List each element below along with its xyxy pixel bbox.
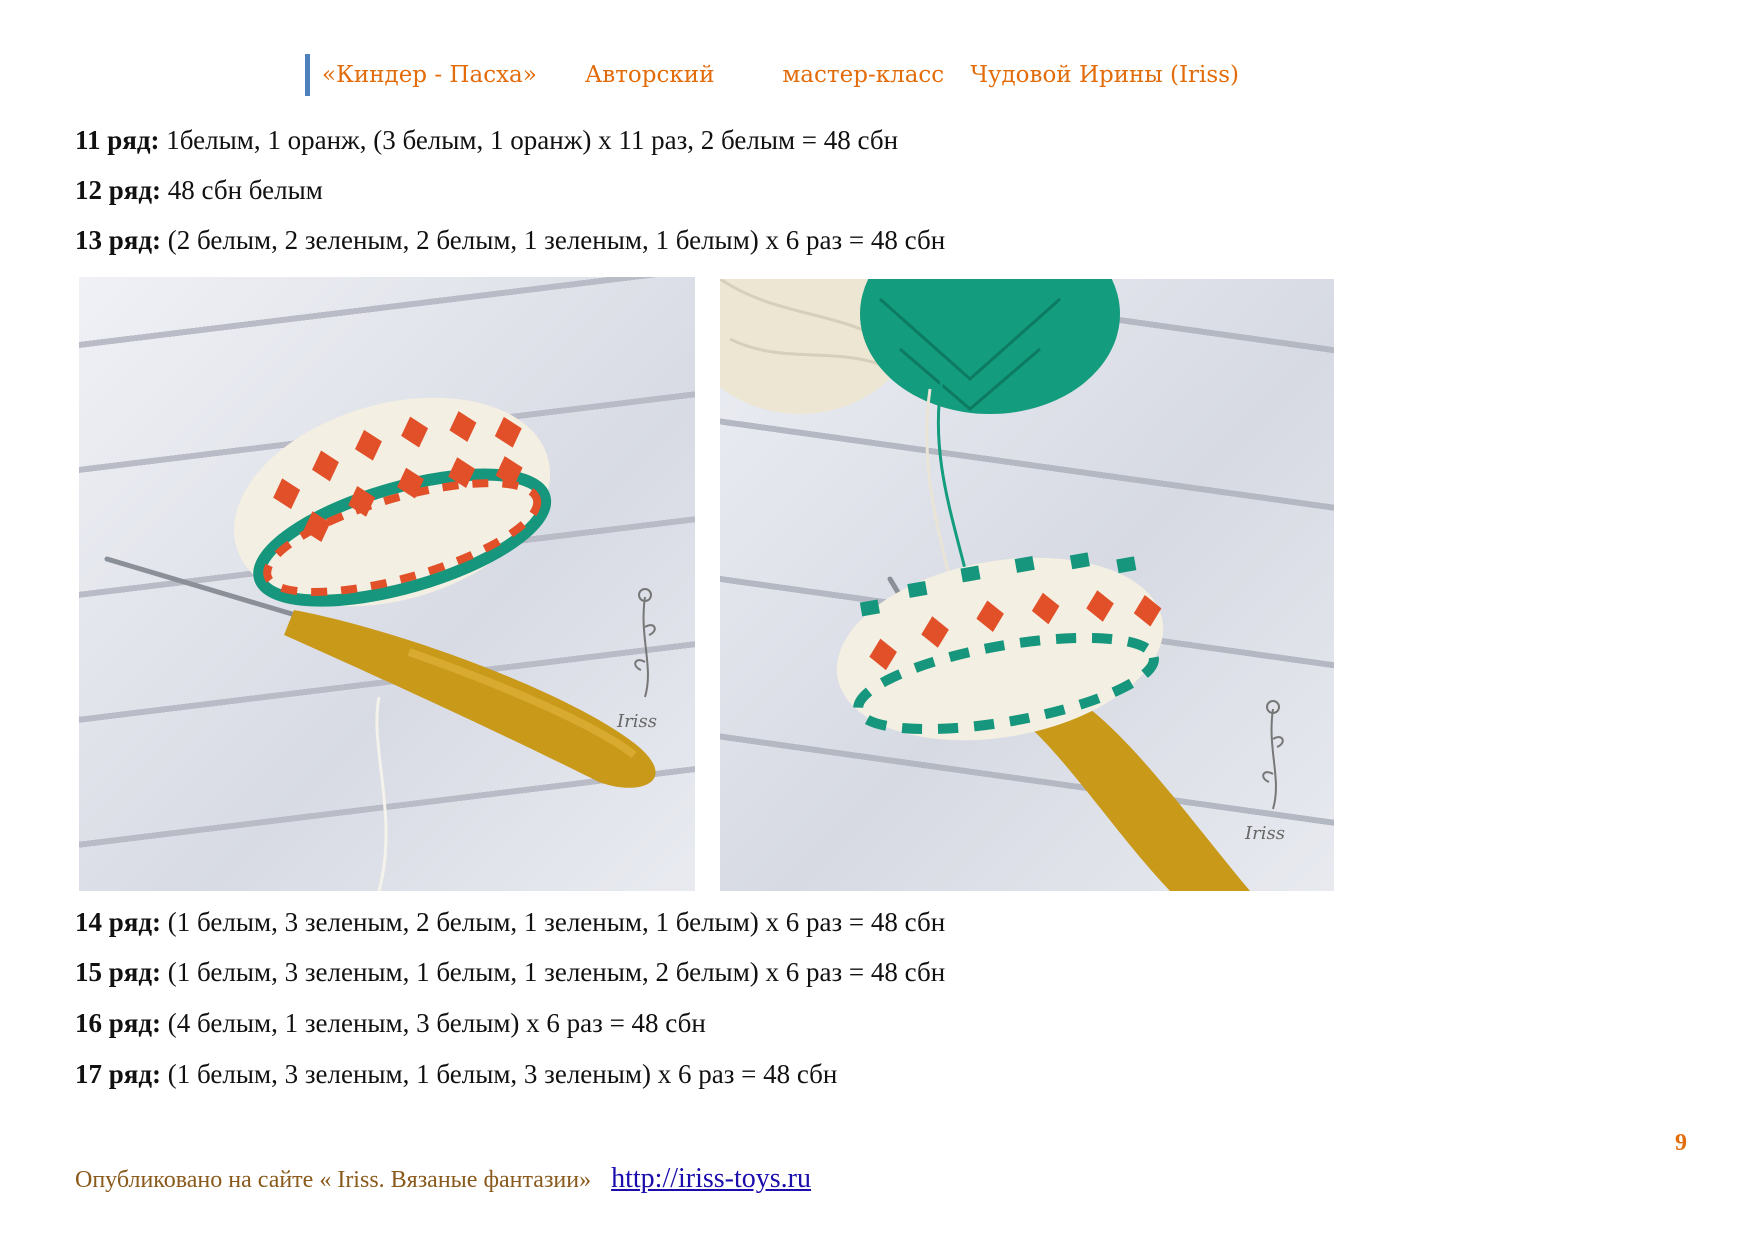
watermark-text: Iriss: [1244, 823, 1285, 844]
row-text: 48 сбн белым: [161, 175, 323, 205]
photo-yarn-and-crochet-piece: Iriss: [720, 279, 1334, 891]
header-title: «Киндер - Пасха»: [322, 62, 537, 88]
header-author: Чудовой Ирины (Iriss): [970, 62, 1239, 88]
row-label: 14 ряд:: [75, 907, 162, 937]
watermark-flower-icon: [1262, 700, 1284, 810]
row-instruction-15: 15 ряд: (1 белым, 3 зеленым, 1 белым, 1 …: [75, 956, 945, 988]
photo-illustration: Iriss: [104, 397, 657, 891]
watermark-text: Iriss: [616, 711, 657, 732]
row-label: 15 ряд:: [75, 957, 162, 987]
row-instruction-17: 17 ряд: (1 белым, 3 зеленым, 1 белым, 3 …: [75, 1058, 837, 1090]
row-label: 13 ряд:: [75, 225, 162, 255]
watermark-flower-icon: [634, 588, 656, 698]
footer-text: Опубликовано на сайте « Iriss. Вязаные ф…: [75, 1167, 592, 1193]
photo-illustration: Iriss: [720, 279, 1285, 891]
footer: Опубликовано на сайте « Iriss. Вязаные ф…: [75, 1163, 811, 1195]
row-label: 16 ряд:: [75, 1008, 162, 1038]
row-label: 17 ряд:: [75, 1059, 162, 1089]
row-text: (1 белым, 3 зеленым, 1 белым, 1 зеленым,…: [161, 957, 946, 987]
row-label: 11 ряд:: [75, 125, 160, 155]
row-text: 1белым, 1 оранж, (3 белым, 1 оранж) х 11…: [159, 125, 899, 155]
row-text: (2 белым, 2 зеленым, 2 белым, 1 зеленым,…: [161, 225, 946, 255]
footer-link[interactable]: http://iriss-toys.ru: [611, 1163, 811, 1194]
photo-crochet-piece-on-hook: Iriss: [79, 277, 695, 891]
header-part-1: Авторский: [584, 62, 715, 88]
running-header: «Киндер - Пасха» Авторский мастер-класс …: [305, 54, 1239, 96]
page-number: 9: [1675, 1130, 1687, 1156]
row-instruction-16: 16 ряд: (4 белым, 1 зеленым, 3 белым) х …: [75, 1007, 706, 1039]
row-text: (1 белым, 3 зеленым, 2 белым, 1 зеленым,…: [161, 907, 946, 937]
row-text: (4 белым, 1 зеленым, 3 белым) х 6 раз = …: [161, 1008, 706, 1038]
row-instruction-11: 11 ряд: 1белым, 1 оранж, (3 белым, 1 ора…: [75, 124, 898, 156]
header-part-2: мастер-класс: [782, 62, 945, 88]
row-text: (1 белым, 3 зеленым, 1 белым, 3 зеленым)…: [161, 1059, 838, 1089]
row-instruction-12: 12 ряд: 48 сбн белым: [75, 174, 323, 206]
row-instruction-14: 14 ряд: (1 белым, 3 зеленым, 2 белым, 1 …: [75, 906, 945, 938]
row-label: 12 ряд:: [75, 175, 162, 205]
row-instruction-13: 13 ряд: (2 белым, 2 зеленым, 2 белым, 1 …: [75, 224, 945, 256]
